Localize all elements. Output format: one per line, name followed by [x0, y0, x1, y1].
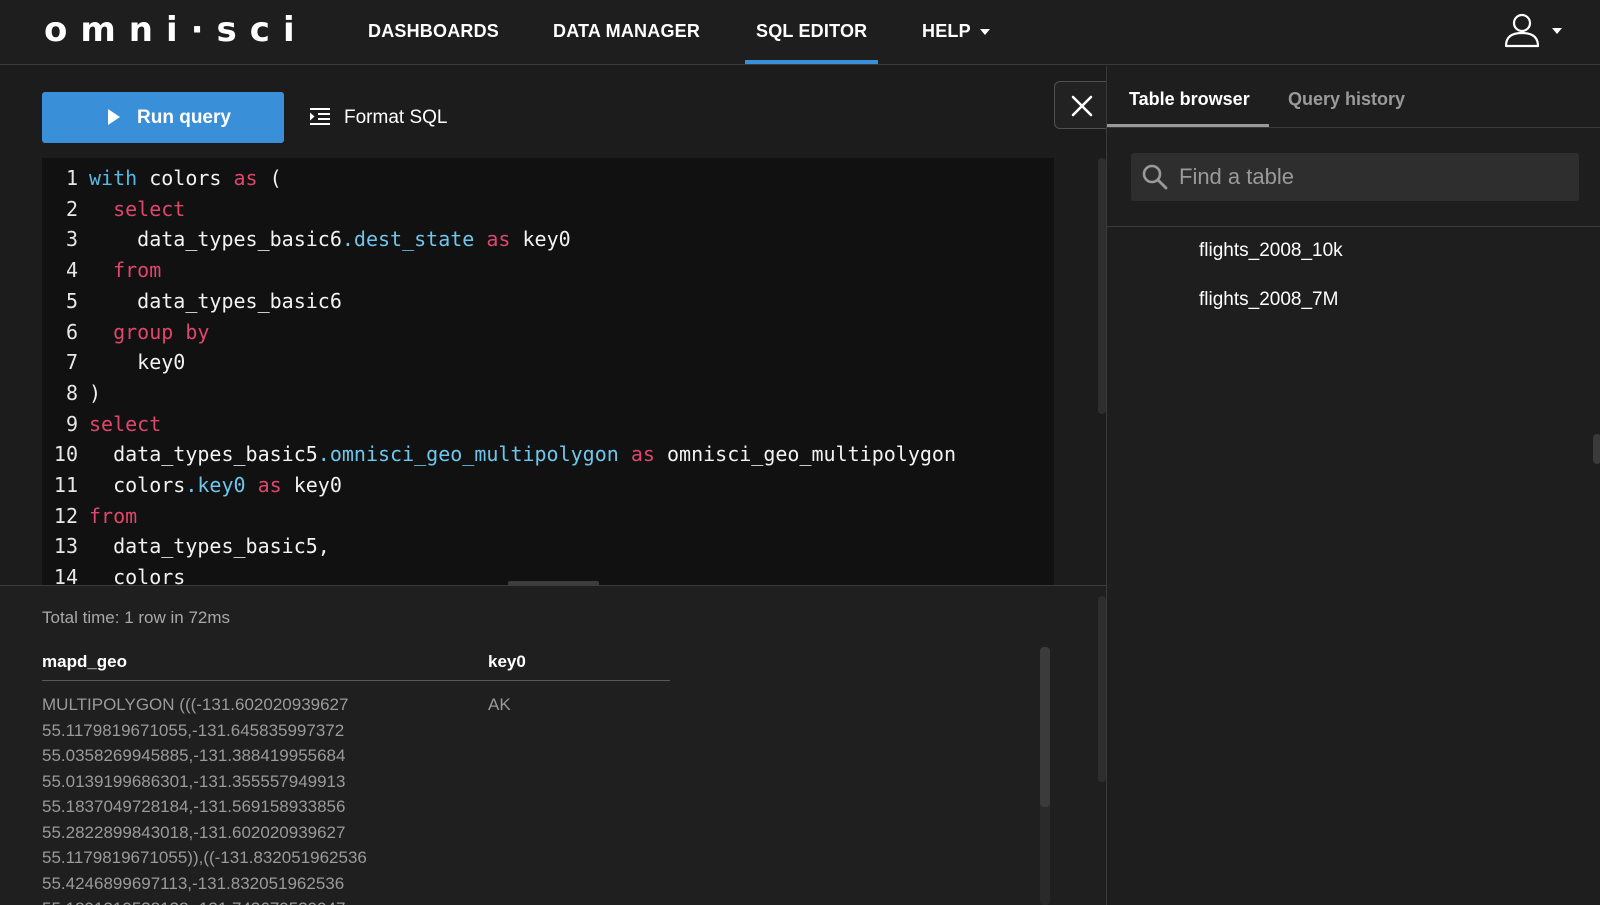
- table-cell-mapd-geo: MULTIPOLYGON (((-131.602020939627 55.117…: [42, 695, 367, 905]
- chevron-down-icon: [1552, 28, 1562, 34]
- sql-code-editor[interactable]: 1 with colors as ( 2 select 3 data_types_ba…: [42, 158, 1054, 586]
- results-pane-scrollbar[interactable]: [1098, 596, 1106, 782]
- line-number: 13: [53, 534, 78, 559]
- run-query-label: Run query: [137, 107, 231, 128]
- results-scrollbar-thumb[interactable]: [1040, 647, 1050, 807]
- search-icon: [1142, 164, 1168, 190]
- code-text: with colors as (: [89, 166, 282, 190]
- close-panel-button[interactable]: [1054, 81, 1108, 129]
- code-text: data_types_basic6.dest_state as key0: [89, 227, 571, 252]
- line-number: 12: [53, 503, 78, 528]
- nav-sql-editor[interactable]: SQL EDITOR: [744, 0, 879, 65]
- run-query-button[interactable]: Run query: [42, 92, 284, 143]
- editor-pane: Run query Format SQL 1 with colors as ( 2 …: [0, 66, 1108, 586]
- results-pane: Total time: 1 row in 72ms mapd_geo key0 …: [0, 586, 1106, 905]
- code-text: select: [89, 411, 162, 436]
- line-number: 10: [53, 442, 78, 467]
- line-number: 1: [65, 166, 78, 190]
- line-number: 14: [53, 565, 78, 586]
- table-browser-panel: Table browser Query history flights_2008…: [1106, 66, 1600, 905]
- code-text: colors.key0 as key0: [89, 473, 342, 497]
- search-divider: [1107, 226, 1600, 227]
- code-text: data_types_basic5.omnisci_geo_multipolyg…: [89, 442, 956, 467]
- tab-table-browser[interactable]: Table browser: [1129, 66, 1250, 128]
- line-number: 6: [65, 319, 78, 344]
- header-divider: [42, 680, 670, 681]
- line-number: 8: [65, 380, 78, 405]
- code-text: data_types_basic6: [89, 288, 342, 313]
- play-icon: [108, 109, 120, 125]
- code-text: from: [113, 258, 162, 283]
- format-indent-icon: [310, 108, 330, 125]
- code-text: colors: [89, 565, 186, 586]
- editor-scrollbar[interactable]: [1098, 158, 1106, 414]
- side-panel-scrollbar[interactable]: [1593, 434, 1600, 464]
- format-sql-label: Format SQL: [344, 107, 448, 128]
- line-number: 5: [65, 288, 78, 313]
- nav-sql-editor-label: SQL EDITOR: [756, 21, 868, 41]
- table-search: [1131, 153, 1579, 201]
- nav-data-manager[interactable]: DATA MANAGER: [553, 0, 700, 65]
- code-text: data_types_basic5,: [89, 534, 330, 559]
- query-total-time: Total time: 1 row in 72ms: [42, 608, 231, 627]
- line-number: 3: [65, 227, 78, 252]
- code-text: key0: [89, 350, 186, 375]
- column-header-mapd-geo[interactable]: mapd_geo: [42, 652, 127, 672]
- code-text: select: [113, 196, 186, 221]
- code-text: from: [89, 503, 138, 528]
- table-list-item[interactable]: flights_2008_10k: [1199, 240, 1343, 262]
- line-number: 4: [65, 258, 78, 283]
- close-icon: [1071, 95, 1093, 117]
- table-search-input[interactable]: [1179, 153, 1569, 201]
- nav-help[interactable]: HELP: [922, 0, 990, 65]
- format-sql-button[interactable]: Format SQL: [308, 92, 468, 143]
- table-list-item[interactable]: flights_2008_7M: [1199, 289, 1338, 311]
- code-text: group by: [113, 319, 210, 344]
- table-cell-key0: AK: [488, 695, 511, 714]
- omnisci-logo[interactable]: omni·sci: [44, 12, 308, 48]
- column-header-key0[interactable]: key0: [488, 652, 526, 672]
- line-number: 7: [65, 350, 78, 375]
- line-number: 11: [53, 473, 78, 497]
- tabs-divider: [1107, 127, 1600, 128]
- chevron-down-icon: [979, 29, 990, 36]
- line-number: 2: [65, 196, 78, 221]
- nav-help-label: HELP: [922, 21, 971, 41]
- user-avatar-icon: [1504, 13, 1540, 48]
- code-text: ): [89, 380, 102, 405]
- top-nav-bar: omni·sci DASHBOARDS DATA MANAGER SQL EDI…: [0, 0, 1600, 65]
- line-number: 9: [65, 411, 78, 436]
- tab-query-history[interactable]: Query history: [1288, 66, 1405, 128]
- user-menu[interactable]: [1504, 10, 1564, 52]
- nav-dashboards[interactable]: DASHBOARDS: [368, 0, 499, 65]
